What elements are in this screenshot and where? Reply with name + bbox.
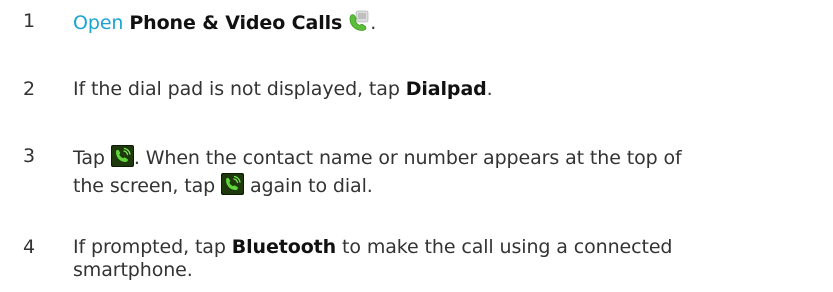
open-link[interactable]: Open bbox=[73, 12, 123, 34]
step-number: 4 bbox=[23, 236, 36, 258]
dialpad-label: Dialpad bbox=[405, 78, 487, 100]
phone-video-calls-app-icon bbox=[348, 10, 371, 38]
step-number: 3 bbox=[23, 145, 36, 167]
step-4-text: If prompted, tap Bluetooth to make the c… bbox=[73, 236, 673, 281]
step-number: 1 bbox=[23, 10, 36, 32]
green-call-button-icon bbox=[110, 145, 134, 173]
bluetooth-label: Bluetooth bbox=[231, 236, 337, 258]
step-3-text: Tap . When the contact name or number ap… bbox=[73, 145, 813, 201]
step-1-text: Open Phone & Video Calls . bbox=[73, 10, 813, 38]
step-2-text: If the dial pad is not displayed, tap Di… bbox=[73, 78, 493, 100]
step-number: 2 bbox=[23, 78, 36, 100]
instruction-steps: 1 Open Phone & Video Calls . 2 If the di… bbox=[0, 0, 833, 292]
app-name: Phone & Video Calls bbox=[129, 12, 343, 34]
green-call-button-icon bbox=[221, 173, 245, 201]
